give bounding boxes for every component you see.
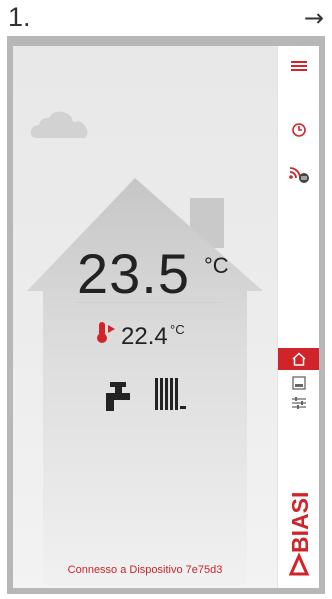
brand-logo-text: BIASI [287,492,313,553]
sidebar: BIASI [277,46,319,588]
sliders-icon[interactable] [291,396,307,410]
hot-water-tap-icon[interactable] [104,380,134,414]
home-icon [292,352,306,366]
panel-icon[interactable] [291,376,306,390]
temperature-divider [75,302,223,303]
outdoor-thermometer-icon [97,322,115,343]
step-number: 1. [8,2,31,32]
outdoor-temperature: 22.4 [121,323,168,350]
hamburger-menu-icon[interactable] [290,60,307,72]
connection-status: Connesso a Dispositivo 7e75d3 [67,564,223,576]
main-area: 23.5 °C 22.4 °C Connesso a Dispositivo 7… [13,46,277,588]
clock-icon[interactable] [291,122,307,138]
next-arrow-icon[interactable]: → [304,6,324,30]
brand-logo: BIASI [287,492,313,576]
sidebar-item-home[interactable] [278,348,319,370]
house-illustration [27,178,263,586]
room-temperature: 23.5 [77,242,190,305]
outdoor-temperature-unit: °C [170,322,185,337]
app-screen: 23.5 °C 22.4 °C Connesso a Dispositivo 7… [13,46,319,588]
room-temperature-unit: °C [204,253,229,278]
remote-connection-icon[interactable] [288,164,310,184]
cloud-icon [30,111,88,138]
radiator-icon[interactable] [153,376,187,414]
